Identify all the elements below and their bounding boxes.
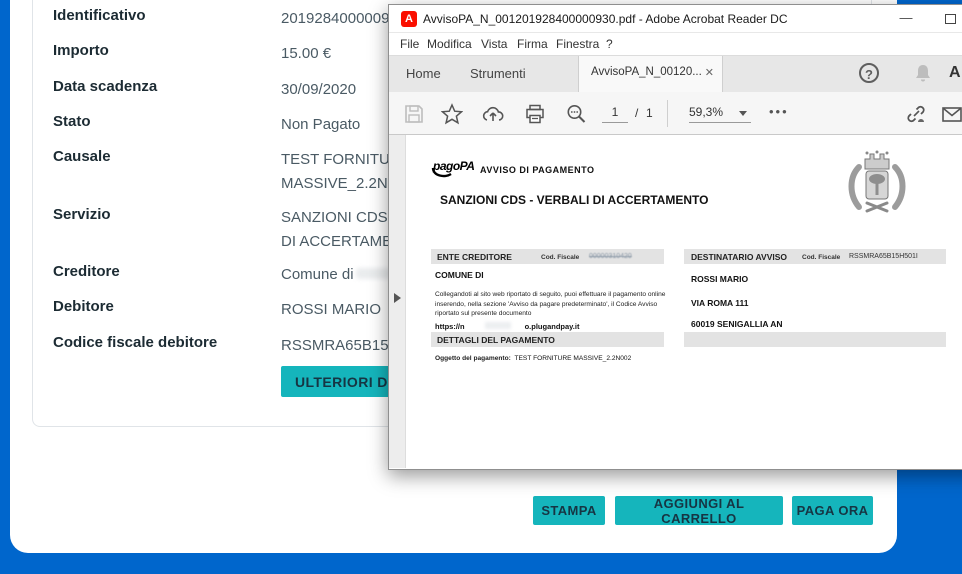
pdf-page: pagoPA AVVISO DI PAGAMENTO SANZIONI CDS … xyxy=(407,135,946,468)
url-redaction-smudge xyxy=(485,322,511,329)
field-value: Non Pagato xyxy=(281,113,360,137)
avviso-di-pagamento-label: AVVISO DI PAGAMENTO xyxy=(480,165,595,175)
field-label: Servizio xyxy=(53,206,111,223)
paga-ora-button[interactable]: PAGA ORA xyxy=(792,496,873,525)
page-total: 1 xyxy=(646,106,653,120)
field-label: Codice fiscale debitore xyxy=(53,334,217,351)
screen: Identificativo 20192840000093 Importo 15… xyxy=(0,0,962,574)
page-number-input[interactable]: 1 xyxy=(602,105,628,123)
maximize-button[interactable] xyxy=(934,5,962,33)
field-value: ROSSI MARIO xyxy=(281,298,381,322)
tab-bar: Home Strumenti AvvisoPA_N_00120... ✕ ? A xyxy=(389,56,962,92)
destinatario-address: VIA ROMA 111 xyxy=(691,298,748,308)
page-divider: / xyxy=(635,106,638,120)
pdf-document-title: SANZIONI CDS - VERBALI DI ACCERTAMENTO xyxy=(440,193,708,207)
acrobat-app-icon: A xyxy=(401,11,417,27)
print-icon[interactable] xyxy=(524,103,546,125)
payment-instructions: Collegandoti al sito web riportato di se… xyxy=(435,290,680,319)
email-icon[interactable] xyxy=(941,103,962,125)
aggiungi-al-carrello-button[interactable]: AGGIUNGI AL CARRELLO xyxy=(615,496,783,525)
menu-bar: File Modifica Vista Firma Finestra ? xyxy=(389,33,962,56)
field-value: 20192840000093 xyxy=(281,7,398,31)
notifications-bell-icon[interactable] xyxy=(913,63,933,84)
tab-close-icon[interactable]: ✕ xyxy=(705,66,714,79)
field-label: Creditore xyxy=(53,263,120,280)
field-label: Stato xyxy=(53,113,91,130)
field-label: Identificativo xyxy=(53,7,146,24)
star-favorites-icon[interactable] xyxy=(441,103,463,125)
destinatario-name: ROSSI MARIO xyxy=(691,274,748,284)
menu-firma[interactable]: Firma xyxy=(517,37,548,51)
dettagli-header: DETTAGLI DEL PAGAMENTO xyxy=(437,335,555,345)
acrobat-reader-window: A AvvisoPA_N_001201928400000930.pdf - Ad… xyxy=(388,4,962,470)
field-value: 30/09/2020 xyxy=(281,78,356,102)
pdf-toolbar: 1 / 1 59,3% ••• xyxy=(389,92,962,135)
more-tools-icon[interactable]: ••• xyxy=(769,104,789,119)
cod-fiscale-value: RSSMRA65B15H501I xyxy=(849,253,918,260)
ente-creditore-header: ENTE CREDITORE xyxy=(437,252,512,262)
dettagli-pagamento-band: DETTAGLI DEL PAGAMENTO xyxy=(431,332,664,347)
oggetto-pagamento: Oggetto del pagamento: TEST FORNITURE MA… xyxy=(435,354,631,364)
destinatario-header: DESTINATARIO AVVISO xyxy=(691,252,787,262)
window-title: AvvisoPA_N_001201928400000930.pdf - Adob… xyxy=(423,12,788,26)
dettagli-band-right xyxy=(684,332,946,347)
pagopa-logo-swoosh xyxy=(431,167,473,179)
navigation-pane-toggle[interactable] xyxy=(389,135,406,468)
municipal-crest-image xyxy=(841,145,913,227)
ente-creditore-band: ENTE CREDITORE Cod. Fiscale 00000310420 xyxy=(431,249,664,264)
field-label: Data scadenza xyxy=(53,78,157,95)
cod-fiscale-label: Cod. Fiscale xyxy=(802,254,840,261)
redaction-smudge xyxy=(356,268,392,279)
destinatario-city: 60019 SENIGALLIA AN xyxy=(691,319,782,329)
signin-label-partial[interactable]: A xyxy=(949,64,961,82)
cod-fiscale-label: Cod. Fiscale xyxy=(541,254,579,261)
expand-pane-arrow-icon xyxy=(394,293,401,303)
tab-strumenti[interactable]: Strumenti xyxy=(470,56,526,92)
comune-name: COMUNE DI xyxy=(435,270,484,280)
tab-home[interactable]: Home xyxy=(406,56,441,92)
menu-help[interactable]: ? xyxy=(606,37,613,51)
zoom-level-dropdown[interactable]: 59,3% xyxy=(689,105,751,123)
search-zoom-icon[interactable] xyxy=(565,103,587,125)
field-label: Debitore xyxy=(53,298,114,315)
stampa-button[interactable]: STAMPA xyxy=(533,496,605,525)
payment-url: https://no.plugandpay.it xyxy=(435,322,579,331)
zoom-level-value: 59,3% xyxy=(689,105,723,119)
destinatario-band: DESTINATARIO AVVISO Cod. Fiscale RSSMRA6… xyxy=(684,249,946,264)
menu-vista[interactable]: Vista xyxy=(481,37,507,51)
chevron-down-icon xyxy=(739,111,747,116)
field-label: Causale xyxy=(53,148,111,165)
field-label: Importo xyxy=(53,42,109,59)
save-icon[interactable] xyxy=(403,103,425,125)
window-titlebar[interactable]: A AvvisoPA_N_001201928400000930.pdf - Ad… xyxy=(389,5,962,33)
pdf-content-area: pagoPA AVVISO DI PAGAMENTO SANZIONI CDS … xyxy=(389,135,962,468)
field-value: 15.00 € xyxy=(281,42,331,66)
toolbar-separator xyxy=(667,100,668,127)
tab-document[interactable]: AvvisoPA_N_00120... ✕ xyxy=(578,56,723,92)
cod-fiscale-value-redacted: 00000310420 xyxy=(589,253,632,260)
minimize-button[interactable]: — xyxy=(889,5,923,33)
tab-document-label: AvvisoPA_N_00120... xyxy=(591,66,702,78)
share-link-icon[interactable] xyxy=(905,103,927,125)
cloud-upload-icon[interactable] xyxy=(482,103,504,125)
menu-file[interactable]: File xyxy=(400,37,419,51)
menu-modifica[interactable]: Modifica xyxy=(427,37,472,51)
menu-finestra[interactable]: Finestra xyxy=(556,37,599,51)
maximize-icon xyxy=(945,14,956,24)
help-icon[interactable]: ? xyxy=(859,63,879,83)
